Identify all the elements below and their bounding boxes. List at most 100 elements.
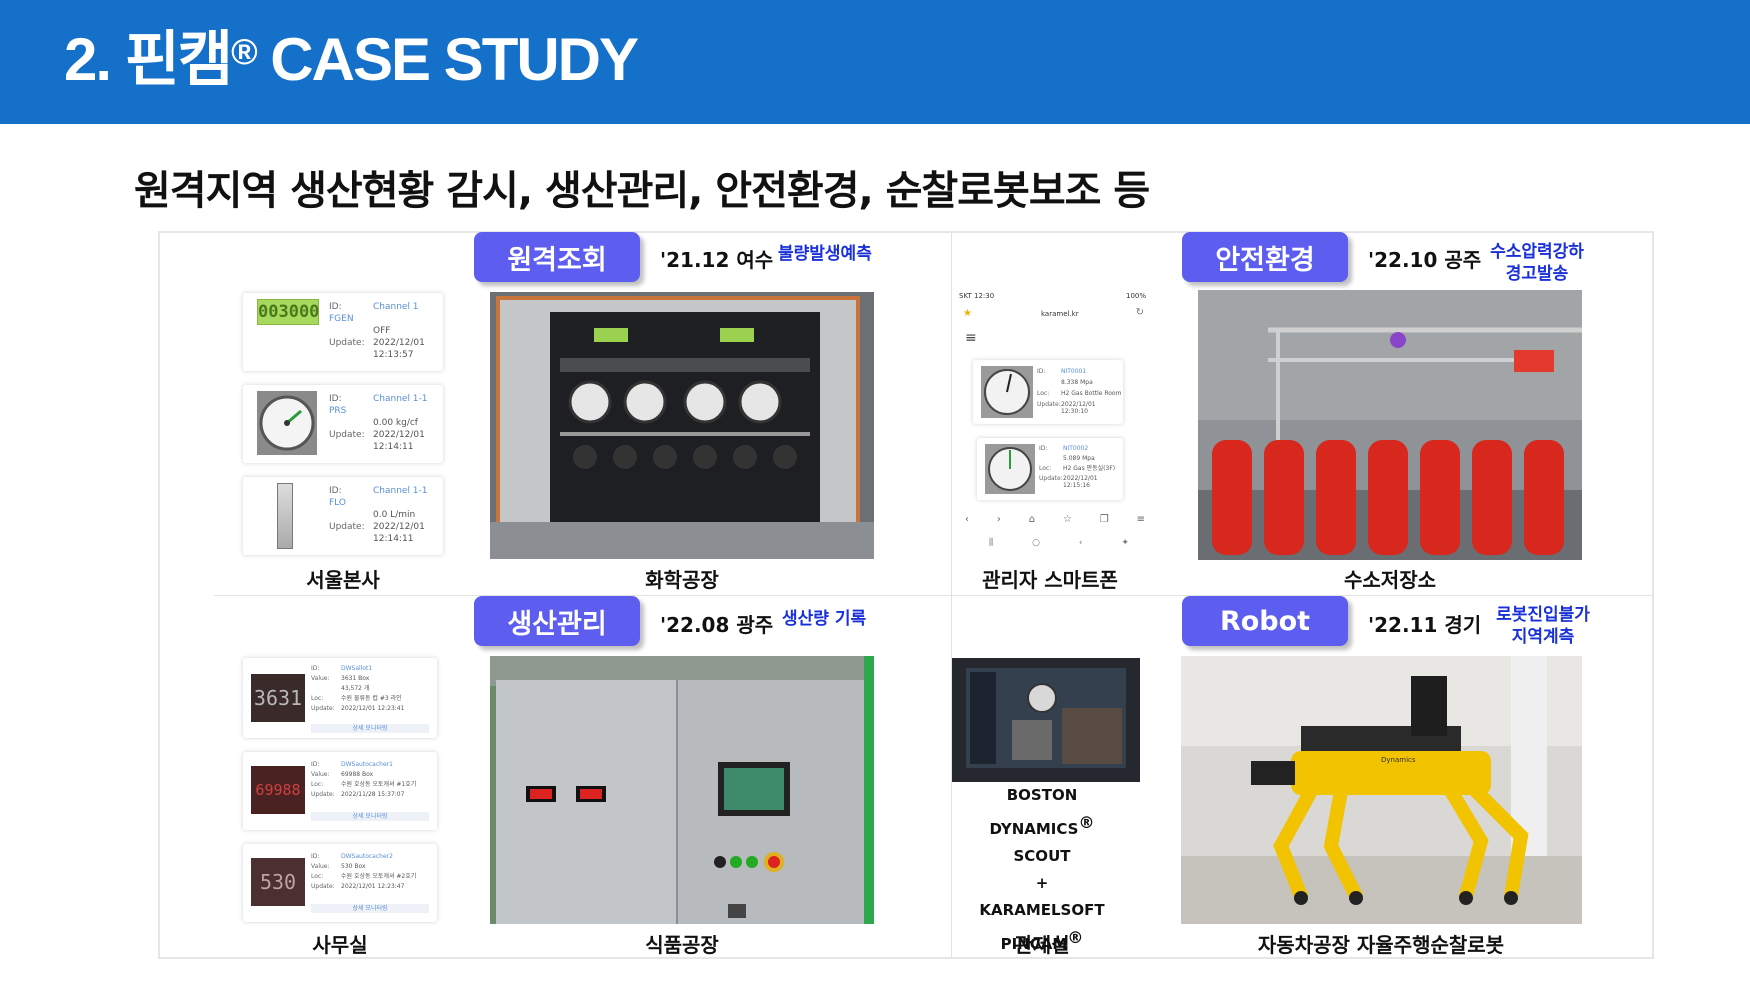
office-card-2: 69988 ID: DWSautocacher1 Value: 69988 Box … [243,752,437,830]
office-loc: 수원 호상동 오토캐셔 #2호기 [341,873,417,880]
phone-system-nav: ⫼ ○ ‹ ✦ [989,538,1129,548]
dynamics-line2: SCOUT [1013,847,1071,865]
pressure-gauge-thumb [257,391,317,455]
office-update: 2022/12/01 12:23:47 [341,883,405,890]
caption-office: 사무실 [312,933,368,957]
dynamics-plus: + [1035,874,1049,892]
channel-value: 0.00 kg/cf [373,418,418,428]
office-loc: 수원 물류동 컵 #3 라인 [341,695,402,702]
caption-hydrogen: 수소저장소 [1344,568,1436,592]
badge-remote: 원격조회 [474,232,640,282]
id-label: ID: [329,394,342,404]
registered-mark: ® [1078,813,1095,832]
phone-browser-nav: ‹ › ⌂ ☆ ❐ ≡ [965,514,1145,525]
detail-monitoring-link[interactable]: 상세 모니터링 [311,904,429,913]
forward-icon[interactable]: › [997,514,1001,525]
subtitle: 원격지역 생산현황 감시, 생산관리, 안전환경, 순찰로봇보조 등 [134,168,1150,214]
update-label: Update: [329,522,365,532]
office-id: DWSautocacher1 [341,761,393,768]
phone-item-loc: H2 Gas Bottle Room [1061,390,1122,397]
update-date: 2022/12/01 [373,522,425,532]
phone-item-id: NIT0001 [1061,368,1087,375]
office-value: 530 Box [341,863,366,870]
phone-item-id: NIT0002 [1063,445,1089,452]
control-room-tablet-photo [952,658,1140,782]
caption-smartphone: 관리자 스마트폰 [982,568,1118,592]
safety-note-line2: 경고발송 [1505,264,1569,284]
badge-safety: 안전환경 [1182,232,1348,282]
phone-item-value: 8.338 Mpa [1061,379,1093,386]
hydrogen-storage-photo [1198,290,1582,560]
caption-chemical: 화학공장 [645,568,719,592]
detail-monitoring-link[interactable]: 상세 모니터링 [311,812,429,821]
update-label: Update: [329,338,365,348]
recent-apps-icon[interactable]: ⫼ [989,538,993,548]
seoul-card-2: ID: Channel 1-1 PRS 0.00 kg/cf Update: 202… [243,385,443,463]
star-icon[interactable]: ★ [963,308,972,319]
refresh-icon[interactable]: ↻ [1136,307,1144,318]
more-icon[interactable]: ≡ [1137,514,1145,525]
caption-food: 식품공장 [645,933,719,957]
channel-value: 0.0 L/min [373,510,416,520]
phone-item-1[interactable]: ID: NIT0001 8.338 Mpa Loc: H2 Gas Bottle R… [973,360,1123,424]
robot-note-line2: 지역계측 [1511,627,1575,647]
title-rest: CASE STUDY [255,26,639,93]
phone-status-left: SKT 12:30 [959,292,995,300]
office-card-1: 3631 ID: DWSallot1 Value: 3631 Box 43,572 … [243,658,437,738]
dynamics-line1: BOSTON DYNAMICS [989,786,1079,838]
dynamics-line3: KARAMELSOFT [979,901,1105,919]
phone-item-time: 12:30:10 [1061,408,1088,415]
accessibility-icon[interactable]: ✦ [1121,538,1129,548]
remote-note: 불량발생예측 [778,244,872,264]
caption-seoul: 서울본사 [306,568,380,592]
phone-url[interactable]: karamel.kr [1041,310,1079,318]
production-date-location: '22.08 광주 [660,613,774,637]
robot-brand-label: Dynamics [1381,756,1416,764]
update-label: Update: [329,430,365,440]
caption-auto: 자동차공장 자율주행순찰로봇 [1257,933,1505,957]
detail-monitoring-link[interactable]: 상세 모니터링 [311,724,429,733]
phone-status-right: 100% [1125,292,1146,300]
office-card-3: 530 ID: DWSautocacher2 Value: 530 Box Loc:… [243,844,437,922]
gauge-thumb [985,444,1035,494]
production-note: 생산량 기록 [782,609,867,629]
menu-icon[interactable]: ≡ [965,330,977,346]
registered-mark: ® [231,31,257,72]
home-icon[interactable]: ⌂ [1029,514,1035,525]
page-title: 2. 핀캠® CASE STUDY [64,30,639,90]
seoul-card-1: 003000 ID: Channel 1 FGEN OFF Update: 2022… [243,293,443,371]
back-icon[interactable]: ‹ [965,514,969,525]
remote-date-location: '21.12 여수 [660,248,774,272]
phone-item-value: 5.089 Mpa [1063,455,1095,462]
safety-note-line1: 수소압력강하 [1490,242,1584,262]
office-loc: 수원 호상동 오토캐셔 #1호기 [341,781,417,788]
office-id: DWSallot1 [341,665,373,672]
lcd-display: 003000 [257,299,319,325]
safety-date-location: '22.10 공주 [1368,248,1482,272]
office-id: DWSautocacher2 [341,853,393,860]
phone-item-time: 12:15:16 [1063,482,1090,489]
chemical-plant-photo [490,292,874,559]
office-update: 2022/12/01 12:23:41 [341,705,405,712]
update-time: 12:13:57 [373,350,414,360]
gauge-thumb [981,366,1033,418]
horizontal-divider [214,595,1654,596]
bookmark-icon[interactable]: ☆ [1063,514,1072,525]
phone-item-2[interactable]: ID: NIT0002 5.089 Mpa Loc: H2 Gas 판동실(3F) … [977,438,1123,500]
tabs-icon[interactable]: ❐ [1100,514,1109,525]
caption-control: 관제실 [1014,933,1070,957]
safety-note: 수소압력강하 경고발송 [1482,241,1592,285]
food-plant-photo [490,656,874,924]
phone-item-loc: H2 Gas 판동실(3F) [1063,465,1116,472]
home-button-icon[interactable]: ○ [1032,538,1040,548]
update-date: 2022/12/01 [373,338,425,348]
channel-value: OFF [373,326,391,336]
robot-note-line1: 로봇진입불가 [1496,605,1590,625]
office-value: 3631 Box [341,675,370,682]
back-button-icon[interactable]: ‹ [1079,538,1083,548]
flowmeter-thumb [277,483,293,549]
office-value: 69988 Box [341,771,374,778]
robot-photo: Dynamics [1181,656,1582,924]
robot-date-location: '22.11 경기 [1368,613,1482,637]
counter-display: 3631 [251,674,305,722]
